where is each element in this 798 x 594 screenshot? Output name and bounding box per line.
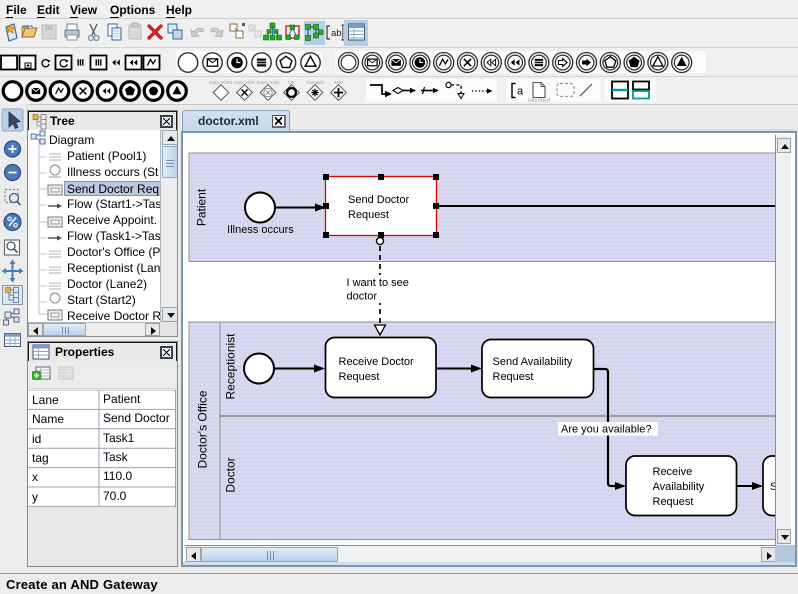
svg-text:Doctor's Office: Doctor's Office (196, 390, 210, 468)
svg-text:Are you available?: Are you available? (561, 424, 652, 436)
svg-text:Event XOR: Event XOR (257, 80, 280, 85)
svg-text:Request: Request (653, 496, 694, 508)
svg-text:Send Doctor: Send Doctor (348, 194, 409, 206)
svg-text:Availability: Availability (653, 481, 705, 493)
svg-text:Request: Request (339, 371, 380, 383)
svg-text:OR: OR (288, 80, 296, 85)
svg-text:AND: AND (334, 80, 344, 85)
svg-text:Data Object: Data Object (528, 98, 551, 103)
svg-text:ab: ab (331, 28, 342, 39)
svg-text:Receive Doctor: Receive Doctor (339, 356, 415, 368)
svg-text:Complex: Complex (306, 80, 325, 85)
svg-text:Send Availability: Send Availability (493, 356, 573, 368)
svg-text:Doctor: Doctor (224, 457, 238, 492)
svg-text:a: a (517, 86, 524, 98)
svg-text:Receive: Receive (653, 466, 693, 478)
svg-text:Data XOR2: Data XOR2 (209, 80, 233, 85)
svg-text:Request: Request (348, 209, 389, 221)
svg-text:Data XOR: Data XOR (234, 80, 255, 85)
svg-text:doctor: doctor (347, 291, 378, 303)
svg-text:Receptionist: Receptionist (224, 333, 238, 400)
svg-text:I want to see: I want to see (347, 277, 409, 289)
svg-text:Illness occurs: Illness occurs (227, 224, 294, 236)
svg-text:Patient: Patient (195, 188, 209, 226)
svg-text:Request: Request (493, 371, 534, 383)
